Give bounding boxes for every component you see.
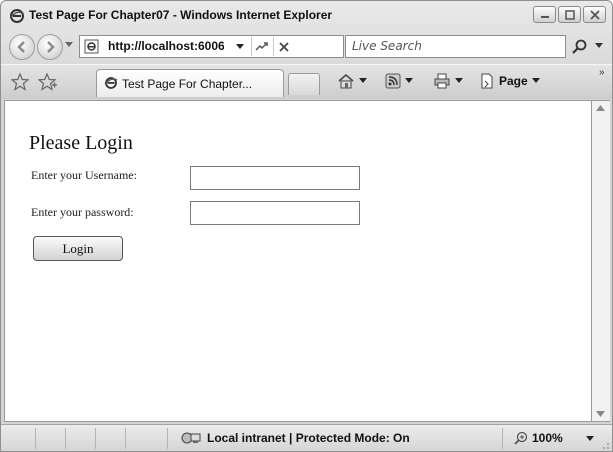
address-input[interactable]: http://localhost:6006 [108,39,224,53]
address-row: http://localhost:6006 Live Search [1,32,612,62]
favorites-star-icon[interactable] [11,73,29,91]
browser-window: Test Page For Chapter07 - Windows Intern… [0,0,613,452]
scroll-down-icon[interactable] [596,411,605,417]
status-segment [125,428,126,449]
forward-arrow-icon [47,41,55,53]
password-field[interactable] [190,201,360,225]
ie-icon [104,77,118,89]
page-icon [481,73,493,89]
close-button[interactable] [583,6,606,23]
zoom-level: 100% [532,431,563,445]
tab-bar: Test Page For Chapter... Page » [1,64,612,99]
stop-icon [279,41,289,52]
ie-icon [10,9,24,23]
page-menu-label: Page [499,74,528,88]
minimize-icon [540,15,549,18]
security-zone-label: Local intranet | Protected Mode: On [207,431,410,445]
zoom-control[interactable]: 100% [514,431,563,445]
address-dropdown-button[interactable] [232,37,248,56]
username-field[interactable] [190,166,360,190]
search-icon[interactable] [571,38,589,56]
login-button[interactable]: Login [33,236,123,261]
chevron-down-icon [405,78,413,83]
zoom-icon [514,431,528,445]
status-segment [35,428,36,449]
chevron-down-icon [455,78,463,83]
address-bar[interactable]: http://localhost:6006 [79,35,344,58]
scroll-up-icon[interactable] [596,105,605,111]
password-label: Enter your password: [31,205,134,219]
page-icon [84,39,99,54]
tab-test-page[interactable]: Test Page For Chapter... [96,69,284,97]
intranet-icon [181,432,201,444]
toolbar-overflow-icon[interactable]: » [599,67,605,78]
chevron-down-icon [359,78,367,83]
vertical-scrollbar[interactable] [592,100,610,422]
back-arrow-icon [17,41,25,53]
security-zone[interactable]: Local intranet | Protected Mode: On [181,431,410,445]
feeds-button[interactable] [385,73,413,89]
close-icon [589,9,600,20]
new-tab-button[interactable] [288,73,320,95]
back-button[interactable] [9,34,35,60]
tab-label: Test Page For Chapter... [122,77,253,91]
chevron-down-icon [236,43,244,49]
chevron-down-icon [531,78,540,83]
status-bar: Local intranet | Protected Mode: On 100% [1,424,612,451]
window-controls [533,6,606,23]
page-menu-button[interactable]: Page [479,73,540,89]
refresh-icon [255,41,268,51]
window-title: Test Page For Chapter07 - Windows Intern… [29,8,333,22]
forward-button[interactable] [37,34,63,60]
status-segment [65,428,66,449]
search-input[interactable]: Live Search [352,39,422,53]
print-icon [434,73,450,89]
status-segment [167,428,168,449]
maximize-button[interactable] [558,6,581,23]
home-icon [338,74,354,89]
print-button[interactable] [433,73,463,89]
username-label: Enter your Username: [31,168,137,182]
refresh-button[interactable] [251,37,272,56]
recent-pages-dropdown-icon[interactable] [65,42,73,48]
resize-grip-icon[interactable] [600,440,610,450]
status-segment [502,428,503,449]
page-title: Please Login [29,132,133,154]
title-bar: Test Page For Chapter07 - Windows Intern… [1,1,612,29]
search-options-icon[interactable] [595,43,603,49]
minimize-button[interactable] [533,6,556,23]
home-button[interactable] [337,73,367,89]
stop-button[interactable] [273,37,294,56]
feeds-icon [385,73,401,89]
add-favorites-icon[interactable] [38,73,58,91]
chevron-down-icon[interactable] [586,436,594,442]
search-box[interactable]: Live Search [345,35,566,58]
maximize-icon [564,9,575,20]
status-segment [95,428,96,449]
